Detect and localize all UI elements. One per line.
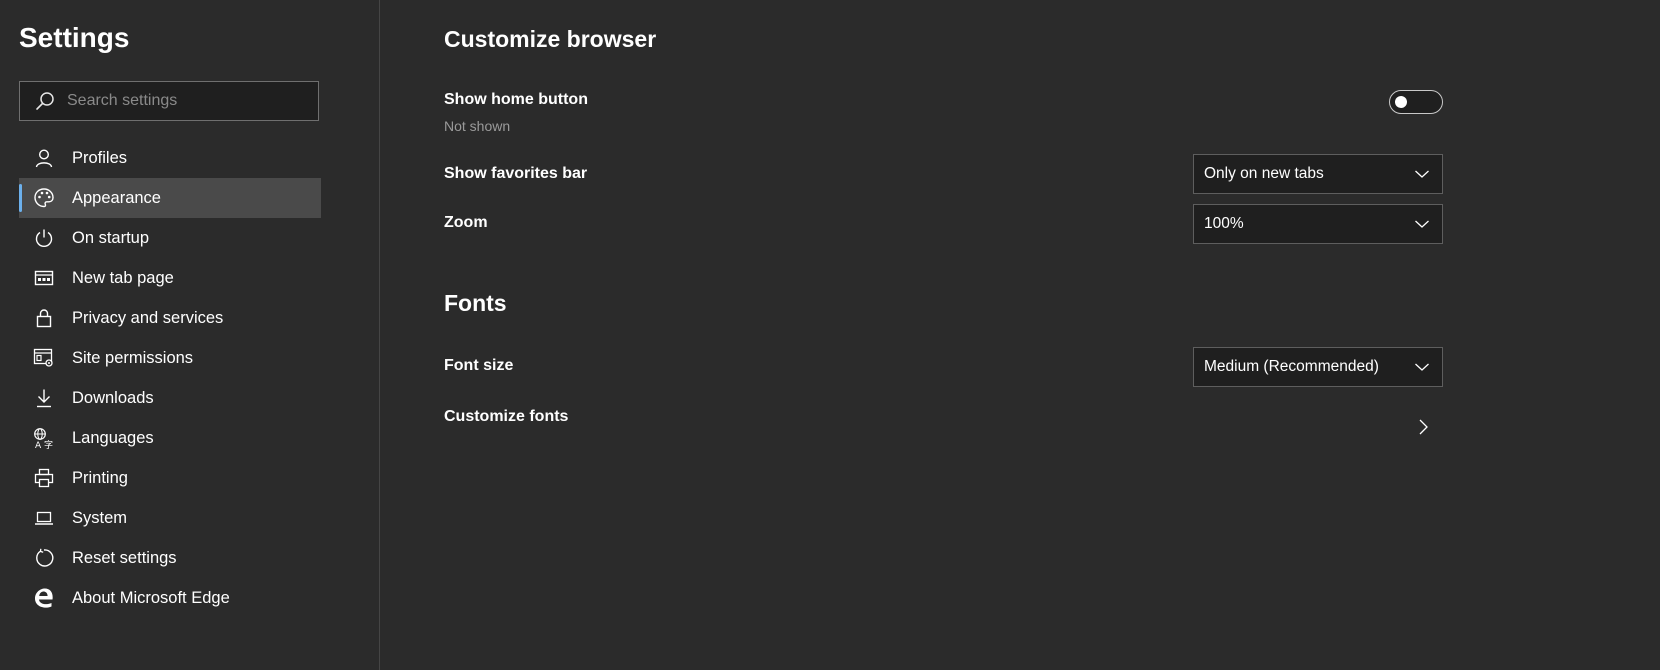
section-title-customize-browser: Customize browser <box>444 26 657 52</box>
zoom-dropdown[interactable]: 100% <box>1193 204 1443 244</box>
download-icon <box>33 387 55 409</box>
reset-icon <box>33 547 55 569</box>
main-content: Customize browser Show home button Not s… <box>381 0 1660 670</box>
sidebar-item-label: Languages <box>72 428 154 447</box>
dropdown-value: 100% <box>1204 215 1244 232</box>
sidebar-item-label: About Microsoft Edge <box>72 588 230 607</box>
sidebar-item-privacy[interactable]: Privacy and services <box>19 298 321 338</box>
toggle-knob <box>1395 96 1407 108</box>
chevron-right-icon[interactable] <box>1415 418 1431 436</box>
power-icon <box>33 227 55 249</box>
sidebar-item-new-tab-page[interactable]: New tab page <box>19 258 321 298</box>
sidebar-item-profiles[interactable]: Profiles <box>19 138 321 178</box>
sidebar-item-downloads[interactable]: Downloads <box>19 378 321 418</box>
person-icon <box>33 147 55 169</box>
sidebar-item-label: On startup <box>72 228 150 247</box>
show-favorites-bar-label: Show favorites bar <box>444 165 588 182</box>
dropdown-value: Only on new tabs <box>1204 165 1324 182</box>
lock-icon <box>33 307 55 329</box>
palette-icon <box>33 187 55 209</box>
sidebar-item-languages[interactable]: A字 Languages <box>19 418 321 458</box>
sidebar-title: Settings <box>19 22 130 53</box>
search-box[interactable] <box>19 81 319 121</box>
show-home-button-toggle[interactable] <box>1389 90 1443 114</box>
zoom-label: Zoom <box>444 214 488 231</box>
site-permissions-icon <box>33 347 55 369</box>
sidebar: Settings Profiles Appearance <box>0 0 380 670</box>
sidebar-item-label: Reset settings <box>72 548 177 567</box>
sidebar-item-label: Privacy and services <box>72 308 224 327</box>
sidebar-item-label: System <box>72 508 128 527</box>
printer-icon <box>33 467 55 489</box>
sidebar-item-label: Profiles <box>72 148 128 167</box>
laptop-icon <box>33 507 55 529</box>
show-home-button-label: Show home button <box>444 91 588 108</box>
chevron-down-icon <box>1414 216 1430 232</box>
search-icon <box>35 91 55 111</box>
svg-text:A: A <box>35 441 42 449</box>
sidebar-item-site-permissions[interactable]: Site permissions <box>19 338 321 378</box>
svg-text:字: 字 <box>44 439 53 449</box>
sidebar-item-label: Site permissions <box>72 348 194 367</box>
sidebar-item-label: Printing <box>72 468 128 487</box>
dropdown-value: Medium (Recommended) <box>1204 358 1379 375</box>
edge-logo-icon <box>33 587 55 609</box>
languages-icon: A字 <box>33 427 55 449</box>
section-title-fonts: Fonts <box>444 290 507 316</box>
sidebar-item-label: Appearance <box>72 188 161 207</box>
sidebar-item-printing[interactable]: Printing <box>19 458 321 498</box>
sidebar-item-on-startup[interactable]: On startup <box>19 218 321 258</box>
font-size-label: Font size <box>444 357 514 374</box>
settings-app: Settings Profiles Appearance <box>0 0 1660 670</box>
show-favorites-bar-dropdown[interactable]: Only on new tabs <box>1193 154 1443 194</box>
chevron-down-icon <box>1414 166 1430 182</box>
sidebar-nav: Profiles Appearance On startup New tab p… <box>19 138 321 618</box>
sidebar-item-appearance[interactable]: Appearance <box>19 178 321 218</box>
chevron-down-icon <box>1414 359 1430 375</box>
sidebar-item-system[interactable]: System <box>19 498 321 538</box>
sidebar-item-label: Downloads <box>72 388 154 407</box>
customize-fonts-label[interactable]: Customize fonts <box>444 408 568 426</box>
font-size-dropdown[interactable]: Medium (Recommended) <box>1193 347 1443 387</box>
sidebar-item-label: New tab page <box>72 268 174 287</box>
show-home-button-status: Not shown <box>444 118 511 134</box>
sidebar-item-reset-settings[interactable]: Reset settings <box>19 538 321 578</box>
sidebar-item-about[interactable]: About Microsoft Edge <box>19 578 321 618</box>
search-input[interactable] <box>67 92 287 110</box>
new-tab-page-icon <box>33 267 55 289</box>
